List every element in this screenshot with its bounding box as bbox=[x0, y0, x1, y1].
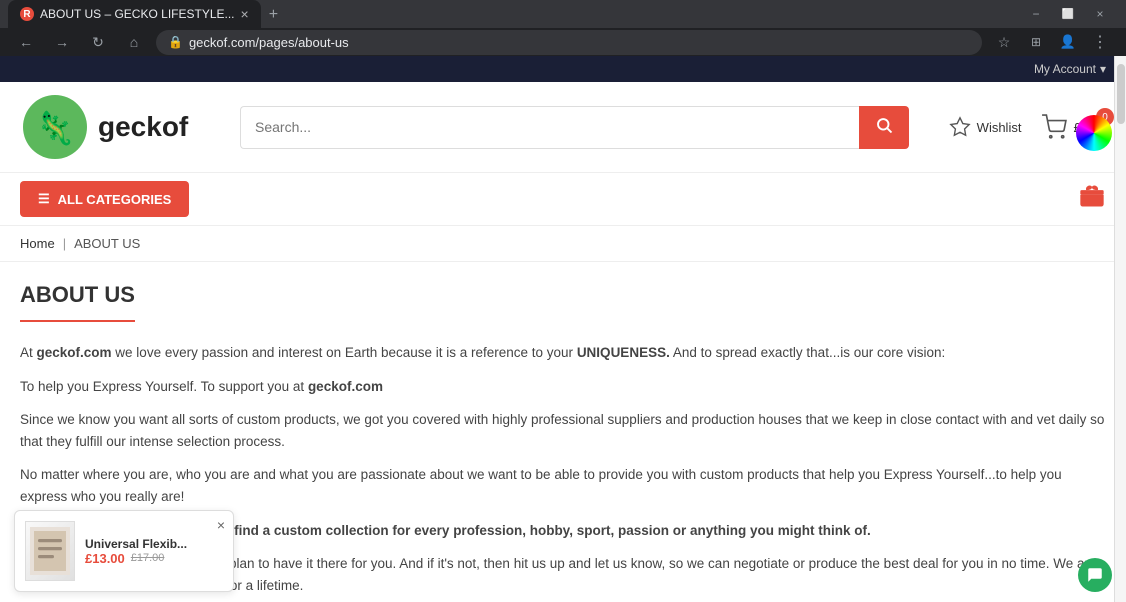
page-title: ABOUT US bbox=[20, 282, 135, 322]
url-text: geckof.com/pages/about-us bbox=[189, 35, 349, 50]
about-paragraph-4: No matter where you are, who you are and… bbox=[20, 464, 1106, 507]
browser-tab[interactable]: R ABOUT US – GECKO LIFESTYLE... × bbox=[8, 0, 261, 28]
home-button[interactable]: ⌂ bbox=[120, 28, 148, 56]
dropdown-arrow: ▾ bbox=[1100, 62, 1106, 76]
all-categories-label: ALL CATEGORIES bbox=[58, 192, 172, 207]
svg-text:🦎: 🦎 bbox=[35, 110, 75, 146]
breadcrumb-home[interactable]: Home bbox=[20, 236, 55, 251]
promo-icon[interactable] bbox=[1078, 182, 1106, 216]
search-button[interactable] bbox=[859, 106, 909, 149]
star-icon bbox=[949, 116, 971, 138]
color-picker-widget[interactable] bbox=[1076, 115, 1112, 151]
gift-icon bbox=[1078, 182, 1106, 210]
top-bar: My Account ▾ bbox=[0, 56, 1126, 82]
close-window-button[interactable]: × bbox=[1086, 0, 1114, 28]
about-paragraph-2: To help you Express Yourself. To support… bbox=[20, 376, 1106, 398]
tab-title: ABOUT US – GECKO LIFESTYLE... bbox=[40, 7, 235, 21]
scrollbar[interactable] bbox=[1114, 56, 1126, 602]
scrollbar-thumb[interactable] bbox=[1117, 64, 1125, 124]
cart-icon bbox=[1041, 114, 1067, 140]
product-old-price: £17.00 bbox=[131, 552, 165, 564]
tab-favicon: R bbox=[20, 7, 34, 21]
logo-gecko-icon: 🦎 bbox=[20, 92, 90, 162]
search-bar bbox=[240, 106, 909, 149]
lock-icon: 🔒 bbox=[168, 35, 183, 49]
breadcrumb: Home | ABOUT US bbox=[0, 226, 1126, 262]
site-logo[interactable]: 🦎 geckof bbox=[20, 92, 220, 162]
product-price: £13.00 bbox=[85, 551, 125, 566]
breadcrumb-current: ABOUT US bbox=[74, 236, 140, 251]
wishlist-label: Wishlist bbox=[977, 120, 1022, 135]
hamburger-icon: ☰ bbox=[38, 191, 50, 207]
all-categories-button[interactable]: ☰ ALL CATEGORIES bbox=[20, 181, 189, 217]
my-account-button[interactable]: My Account ▾ bbox=[1034, 62, 1106, 76]
about-paragraph-3: Since we know you want all sorts of cust… bbox=[20, 409, 1106, 452]
profile-button[interactable]: 👤 bbox=[1054, 28, 1082, 56]
product-popup: × Universal Flexib... £13.00 £17.00 bbox=[14, 510, 234, 592]
search-input[interactable] bbox=[240, 106, 859, 149]
logo-text: geckof bbox=[98, 111, 188, 143]
more-button[interactable]: ⋮ bbox=[1086, 28, 1114, 56]
category-nav: ☰ ALL CATEGORIES bbox=[0, 173, 1126, 226]
product-name: Universal Flexib... bbox=[85, 537, 187, 551]
restore-button[interactable]: ⬜ bbox=[1054, 0, 1082, 28]
address-bar[interactable]: 🔒 geckof.com/pages/about-us bbox=[156, 30, 982, 55]
back-button[interactable]: ← bbox=[12, 28, 40, 56]
wishlist-button[interactable]: Wishlist bbox=[949, 116, 1022, 138]
chat-icon bbox=[1086, 566, 1104, 584]
tab-close-button[interactable]: × bbox=[241, 6, 249, 22]
minimize-button[interactable]: − bbox=[1022, 0, 1050, 28]
extensions-button[interactable]: ⊞ bbox=[1022, 28, 1050, 56]
bookmark-button[interactable]: ☆ bbox=[990, 28, 1018, 56]
site-header: 🦎 geckof bbox=[0, 82, 1126, 173]
product-thumbnail bbox=[25, 521, 75, 581]
refresh-button[interactable]: ↻ bbox=[84, 28, 112, 56]
new-tab-button[interactable]: + bbox=[261, 2, 286, 28]
about-paragraph-1: At geckof.com we love every passion and … bbox=[20, 342, 1106, 364]
my-account-label: My Account bbox=[1034, 62, 1096, 76]
search-icon bbox=[875, 116, 893, 134]
breadcrumb-separator: | bbox=[63, 236, 66, 251]
forward-button[interactable]: → bbox=[48, 28, 76, 56]
popup-close-button[interactable]: × bbox=[217, 517, 225, 533]
product-info: Universal Flexib... £13.00 £17.00 bbox=[85, 537, 187, 566]
chat-widget-button[interactable] bbox=[1078, 558, 1112, 592]
